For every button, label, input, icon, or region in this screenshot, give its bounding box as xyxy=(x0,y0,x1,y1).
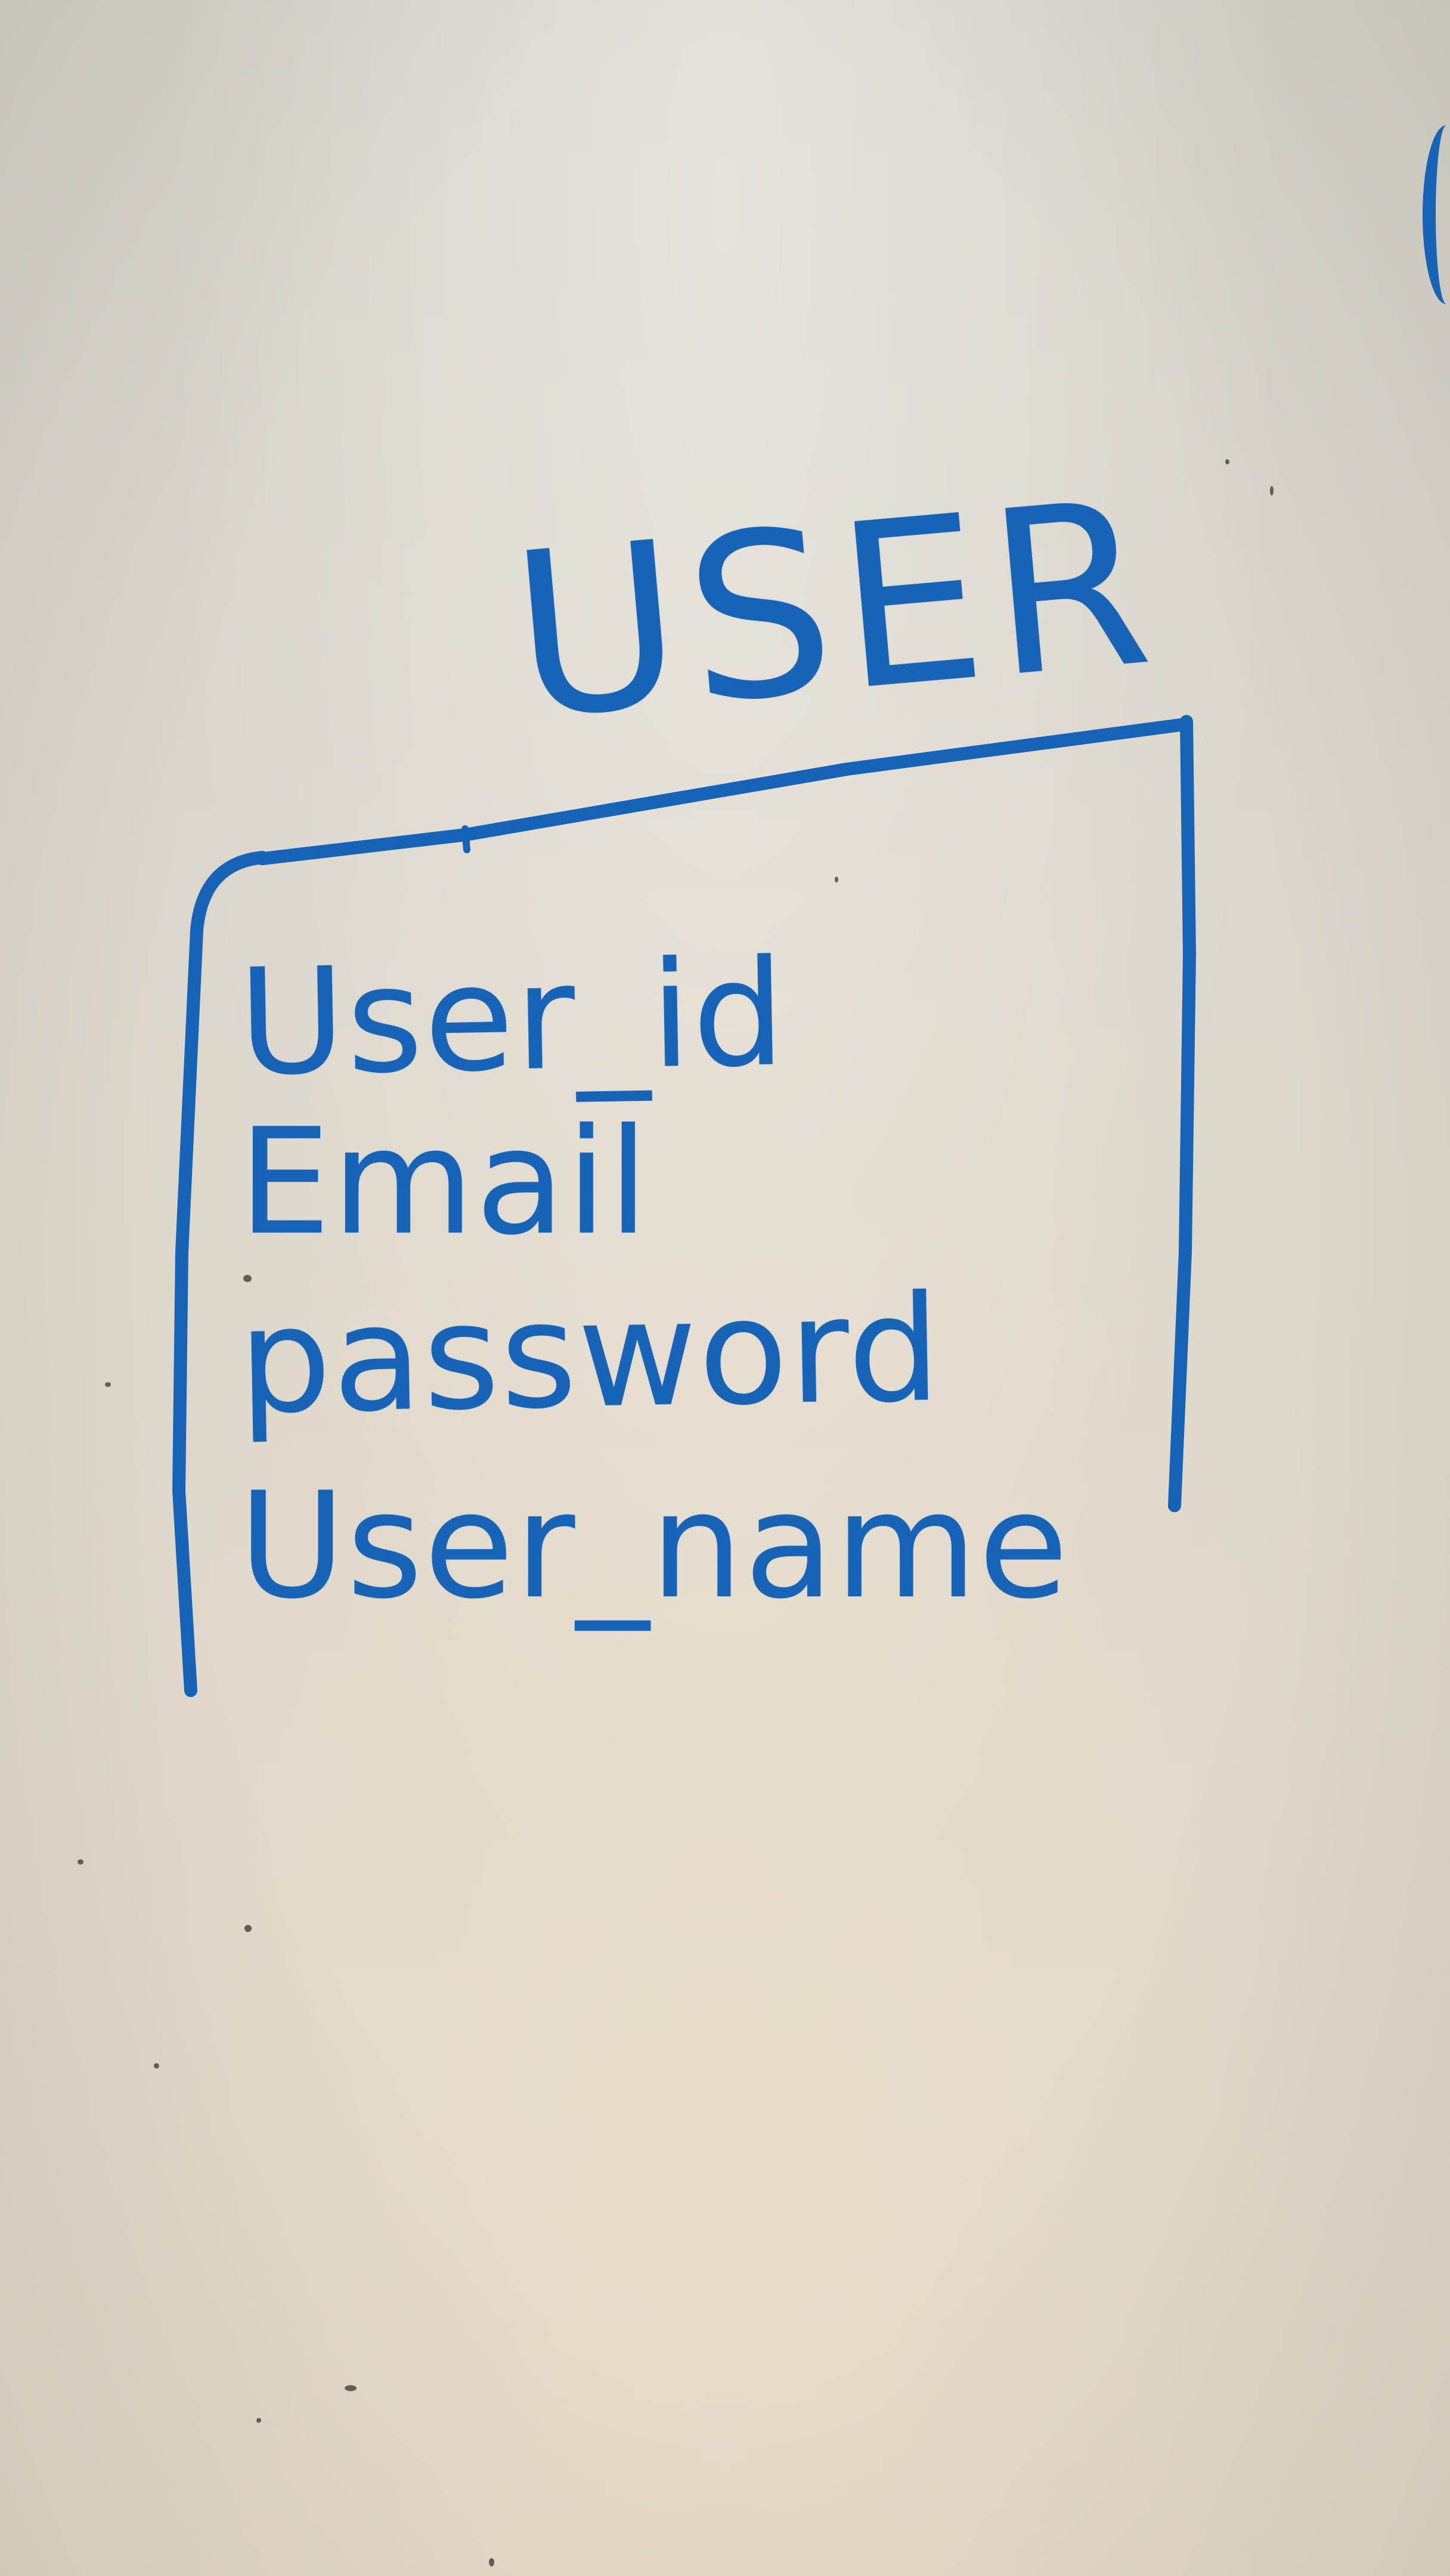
attribute-password: password xyxy=(237,1264,943,1447)
attribute-user-id: User_id xyxy=(237,928,788,1108)
whiteboard: USER User_id Email password User_name xyxy=(0,0,1450,2576)
entity-title: USER xyxy=(503,450,1168,770)
entity-box-top-tick xyxy=(461,825,470,853)
attribute-email: Email xyxy=(238,1097,650,1267)
attribute-user-name: User_name xyxy=(238,1461,1070,1631)
entity-box-right-edge xyxy=(1168,715,1197,1512)
